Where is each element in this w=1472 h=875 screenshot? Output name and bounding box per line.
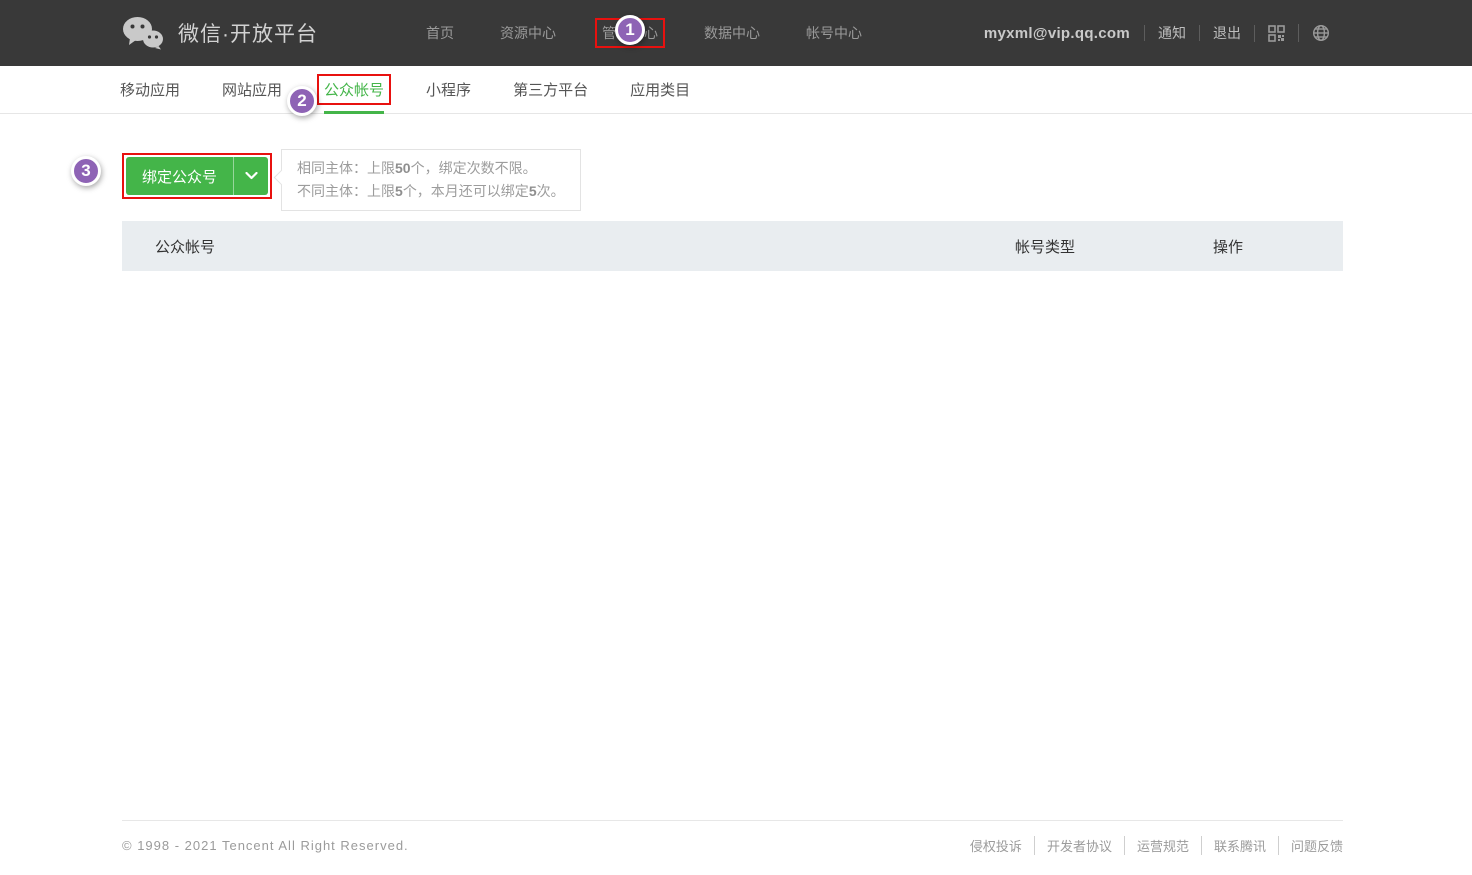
footer: © 1998 - 2021 Tencent All Right Reserved… — [122, 820, 1343, 855]
wechat-logo-icon — [122, 16, 164, 50]
footer-link-operation-rules[interactable]: 运营规范 — [1124, 836, 1201, 855]
tips-line-1: 相同主体：上限50个，绑定次数不限。 — [297, 157, 565, 180]
brand-title: 微信·开放平台 — [178, 18, 318, 48]
nav-home[interactable]: 首页 — [426, 23, 454, 43]
tab-third-party-platform[interactable]: 第三方平台 — [513, 66, 588, 113]
toolbar: 绑定公众号 相同主体：上限50个，绑定次数不限。 不同主体：上限5个，本月还可以… — [122, 151, 1343, 211]
column-account-type: 帐号类型 — [1015, 236, 1213, 257]
tab-app-category[interactable]: 应用类目 — [630, 66, 690, 113]
bind-button-annotation-box: 绑定公众号 — [122, 153, 272, 199]
nav-resource-center[interactable]: 资源中心 — [500, 23, 556, 43]
qrcode-icon[interactable] — [1254, 25, 1298, 42]
annotation-step-3: 3 — [71, 156, 101, 186]
footer-link-feedback[interactable]: 问题反馈 — [1278, 836, 1343, 855]
bind-button-label: 绑定公众号 — [126, 157, 233, 195]
top-header: 微信·开放平台 首页 资源中心 管理中心 数据中心 帐号中心 myxml@vip… — [0, 0, 1472, 66]
column-official-account: 公众帐号 — [122, 236, 1015, 257]
copyright-text: © 1998 - 2021 Tencent All Right Reserved… — [122, 838, 409, 853]
tab-official-account[interactable]: 公众帐号 — [324, 66, 384, 113]
bind-official-account-button[interactable]: 绑定公众号 — [126, 157, 268, 195]
brand: 微信·开放平台 — [122, 16, 318, 50]
tab-official-account-label: 公众帐号 — [317, 74, 391, 105]
tab-mobile-app[interactable]: 移动应用 — [120, 66, 180, 113]
tips-line-2: 不同主体：上限5个，本月还可以绑定5次。 — [297, 180, 565, 203]
page: { "header": { "brand": "微信·开放平台", "nav":… — [0, 0, 1472, 875]
subnav: 移动应用 网站应用 公众帐号 小程序 第三方平台 应用类目 — [0, 66, 1472, 114]
nav-account-center[interactable]: 帐号中心 — [806, 23, 862, 43]
accounts-table-header: 公众帐号 帐号类型 操作 — [122, 221, 1343, 271]
annotation-step-2: 2 — [287, 86, 317, 116]
chevron-down-icon[interactable] — [233, 157, 268, 195]
tab-website-app[interactable]: 网站应用 — [222, 66, 282, 113]
accounts-table-body — [122, 271, 1343, 311]
binding-limit-tips: 相同主体：上限50个，绑定次数不限。 不同主体：上限5个，本月还可以绑定5次。 — [281, 149, 581, 211]
footer-link-developer-agreement[interactable]: 开发者协议 — [1034, 836, 1124, 855]
footer-link-contact-tencent[interactable]: 联系腾讯 — [1201, 836, 1278, 855]
globe-icon[interactable] — [1298, 24, 1343, 42]
column-actions: 操作 — [1213, 236, 1343, 257]
nav-data-center[interactable]: 数据中心 — [704, 23, 760, 43]
notifications-link[interactable]: 通知 — [1144, 25, 1199, 41]
annotation-step-1: 1 — [615, 15, 645, 45]
tab-mini-program[interactable]: 小程序 — [426, 66, 471, 113]
account-area: myxml@vip.qq.com 通知 退出 — [984, 24, 1343, 42]
main-content: 绑定公众号 相同主体：上限50个，绑定次数不限。 不同主体：上限5个，本月还可以… — [122, 151, 1343, 311]
account-email: myxml@vip.qq.com — [984, 25, 1144, 42]
logout-link[interactable]: 退出 — [1199, 25, 1254, 41]
footer-links: 侵权投诉 开发者协议 运营规范 联系腾讯 问题反馈 — [958, 836, 1343, 855]
footer-link-infringement[interactable]: 侵权投诉 — [958, 836, 1034, 855]
